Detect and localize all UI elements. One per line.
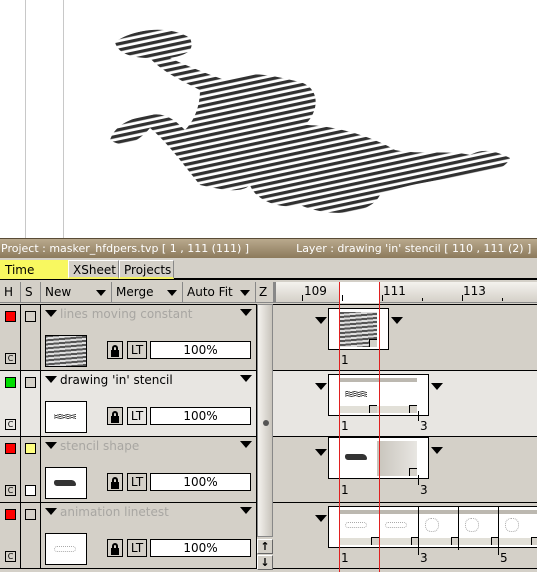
- lock-icon[interactable]: [107, 341, 123, 359]
- clip-start-arrow-icon[interactable]: [315, 515, 327, 522]
- clip-end-arrow-icon[interactable]: [431, 447, 443, 454]
- status-bar: Project : masker_hfdpers.tvp [ 1 , 111 (…: [0, 238, 537, 258]
- layer-name[interactable]: lines moving constant: [60, 307, 192, 321]
- solo-toggle[interactable]: [25, 311, 36, 322]
- ruler-label: 113: [463, 284, 486, 298]
- light-table-button[interactable]: LT: [127, 539, 147, 557]
- clip-start-arrow-icon[interactable]: [315, 383, 327, 390]
- ruler-label: 109: [304, 284, 327, 298]
- ruler-tick: [422, 298, 423, 301]
- clip-end-arrow-icon[interactable]: [431, 383, 443, 390]
- opacity-field[interactable]: 100%: [150, 473, 251, 491]
- light-table-button[interactable]: LT: [127, 473, 147, 491]
- timeline-panel: H S New Merge Auto Fit Z 109 111 113 C l…: [0, 282, 537, 572]
- solo-toggle[interactable]: [25, 377, 36, 388]
- header-hide[interactable]: H: [0, 282, 21, 303]
- layer-name[interactable]: stencil shape: [60, 439, 139, 453]
- lock-icon[interactable]: [107, 407, 123, 425]
- project-info: Project : masker_hfdpers.tvp [ 1 , 111 (…: [1, 242, 250, 255]
- layer-name[interactable]: drawing 'in' stencil: [60, 373, 173, 387]
- zoom-header[interactable]: Z: [256, 282, 274, 303]
- expand-triangle-icon[interactable]: [45, 310, 57, 317]
- layer-menu-icon[interactable]: [240, 441, 252, 448]
- tab-projects[interactable]: Projects: [119, 260, 174, 279]
- expand-triangle-icon[interactable]: [45, 376, 57, 383]
- visibility-toggle[interactable]: [5, 377, 16, 388]
- header-solo[interactable]: S: [21, 282, 41, 303]
- scribble-drawing: [110, 29, 510, 213]
- layer-thumbnail: [45, 401, 87, 433]
- ruler-label: 111: [383, 284, 406, 298]
- light-table-button[interactable]: LT: [127, 341, 147, 359]
- expand-triangle-icon[interactable]: [45, 508, 57, 515]
- chevron-down-icon: [167, 290, 177, 296]
- frame-number: 1: [341, 419, 349, 433]
- frame-number: 3: [420, 551, 428, 565]
- autofit-label: Auto Fit: [187, 285, 233, 299]
- solo-toggle[interactable]: [25, 443, 36, 454]
- panel-tabs: Time Line XSheet Projects: [0, 258, 537, 295]
- frame-number: 5: [500, 551, 508, 565]
- frame-ruler[interactable]: 109 111 113: [274, 282, 537, 303]
- new-label: New: [45, 285, 72, 299]
- color-button[interactable]: C: [5, 485, 16, 496]
- new-layer-dropdown[interactable]: New: [41, 282, 112, 303]
- ruler-tick: [342, 295, 343, 301]
- layer-menu-icon[interactable]: [240, 309, 252, 316]
- frame-cell[interactable]: [339, 378, 417, 413]
- opacity-field[interactable]: 100%: [150, 341, 251, 359]
- light-table-button[interactable]: LT: [127, 407, 147, 425]
- ruler-tick: [302, 295, 303, 301]
- frame-number: 3: [420, 483, 428, 497]
- drawing-canvas[interactable]: [0, 0, 537, 238]
- scroll-down-button[interactable]: ↓: [257, 555, 273, 570]
- chevron-down-icon: [240, 290, 250, 296]
- layer-zoom-scrollbar[interactable]: [257, 304, 273, 537]
- clip-block[interactable]: [328, 506, 537, 555]
- tab-time-line[interactable]: Time Line: [0, 260, 68, 295]
- current-frame-range: [340, 282, 380, 303]
- ruler-tick: [502, 298, 503, 301]
- layer-name[interactable]: animation linetest: [60, 505, 169, 519]
- layer-menu-icon[interactable]: [240, 507, 252, 514]
- frame-number: 1: [341, 483, 349, 497]
- lock-icon[interactable]: [107, 539, 123, 557]
- layer-menu-icon[interactable]: [240, 375, 252, 382]
- expand-triangle-icon[interactable]: [45, 442, 57, 449]
- current-frame-start-line: [339, 282, 340, 572]
- clip-start-arrow-icon[interactable]: [315, 317, 327, 324]
- merge-label: Merge: [116, 285, 154, 299]
- tab-xsheet[interactable]: XSheet: [68, 260, 119, 279]
- frame-cell[interactable]: [339, 441, 417, 476]
- lock-icon[interactable]: [107, 473, 123, 491]
- scroll-thumb[interactable]: [263, 420, 269, 426]
- solo-toggle[interactable]: [25, 509, 36, 520]
- color-button[interactable]: C: [5, 551, 16, 562]
- visibility-toggle[interactable]: [5, 443, 16, 454]
- layer-info: Layer : drawing 'in' stencil [ 110 , 111…: [296, 242, 532, 255]
- chevron-down-icon: [96, 290, 106, 296]
- stencil-toggle[interactable]: [25, 485, 36, 496]
- frame-number: 1: [341, 353, 349, 367]
- current-frame-end-line: [379, 282, 380, 572]
- autofit-dropdown[interactable]: Auto Fit: [183, 282, 256, 303]
- layer-thumbnail: [45, 533, 87, 565]
- frame-number: 3: [420, 419, 428, 433]
- visibility-toggle[interactable]: [5, 311, 16, 322]
- opacity-field[interactable]: 100%: [150, 539, 251, 557]
- opacity-field[interactable]: 100%: [150, 407, 251, 425]
- layer-thumbnail: [45, 467, 87, 499]
- color-button[interactable]: C: [5, 419, 16, 430]
- frame-cell[interactable]: [339, 312, 377, 347]
- scroll-up-button[interactable]: ↑: [257, 539, 273, 554]
- frame-number: 1: [341, 551, 349, 565]
- clip-start-arrow-icon[interactable]: [315, 449, 327, 456]
- visibility-toggle[interactable]: [5, 509, 16, 520]
- color-button[interactable]: C: [5, 353, 16, 364]
- frame-cell[interactable]: [339, 510, 537, 545]
- layer-thumbnail: [45, 335, 87, 367]
- merge-dropdown[interactable]: Merge: [112, 282, 183, 303]
- clip-end-arrow-icon[interactable]: [391, 317, 403, 324]
